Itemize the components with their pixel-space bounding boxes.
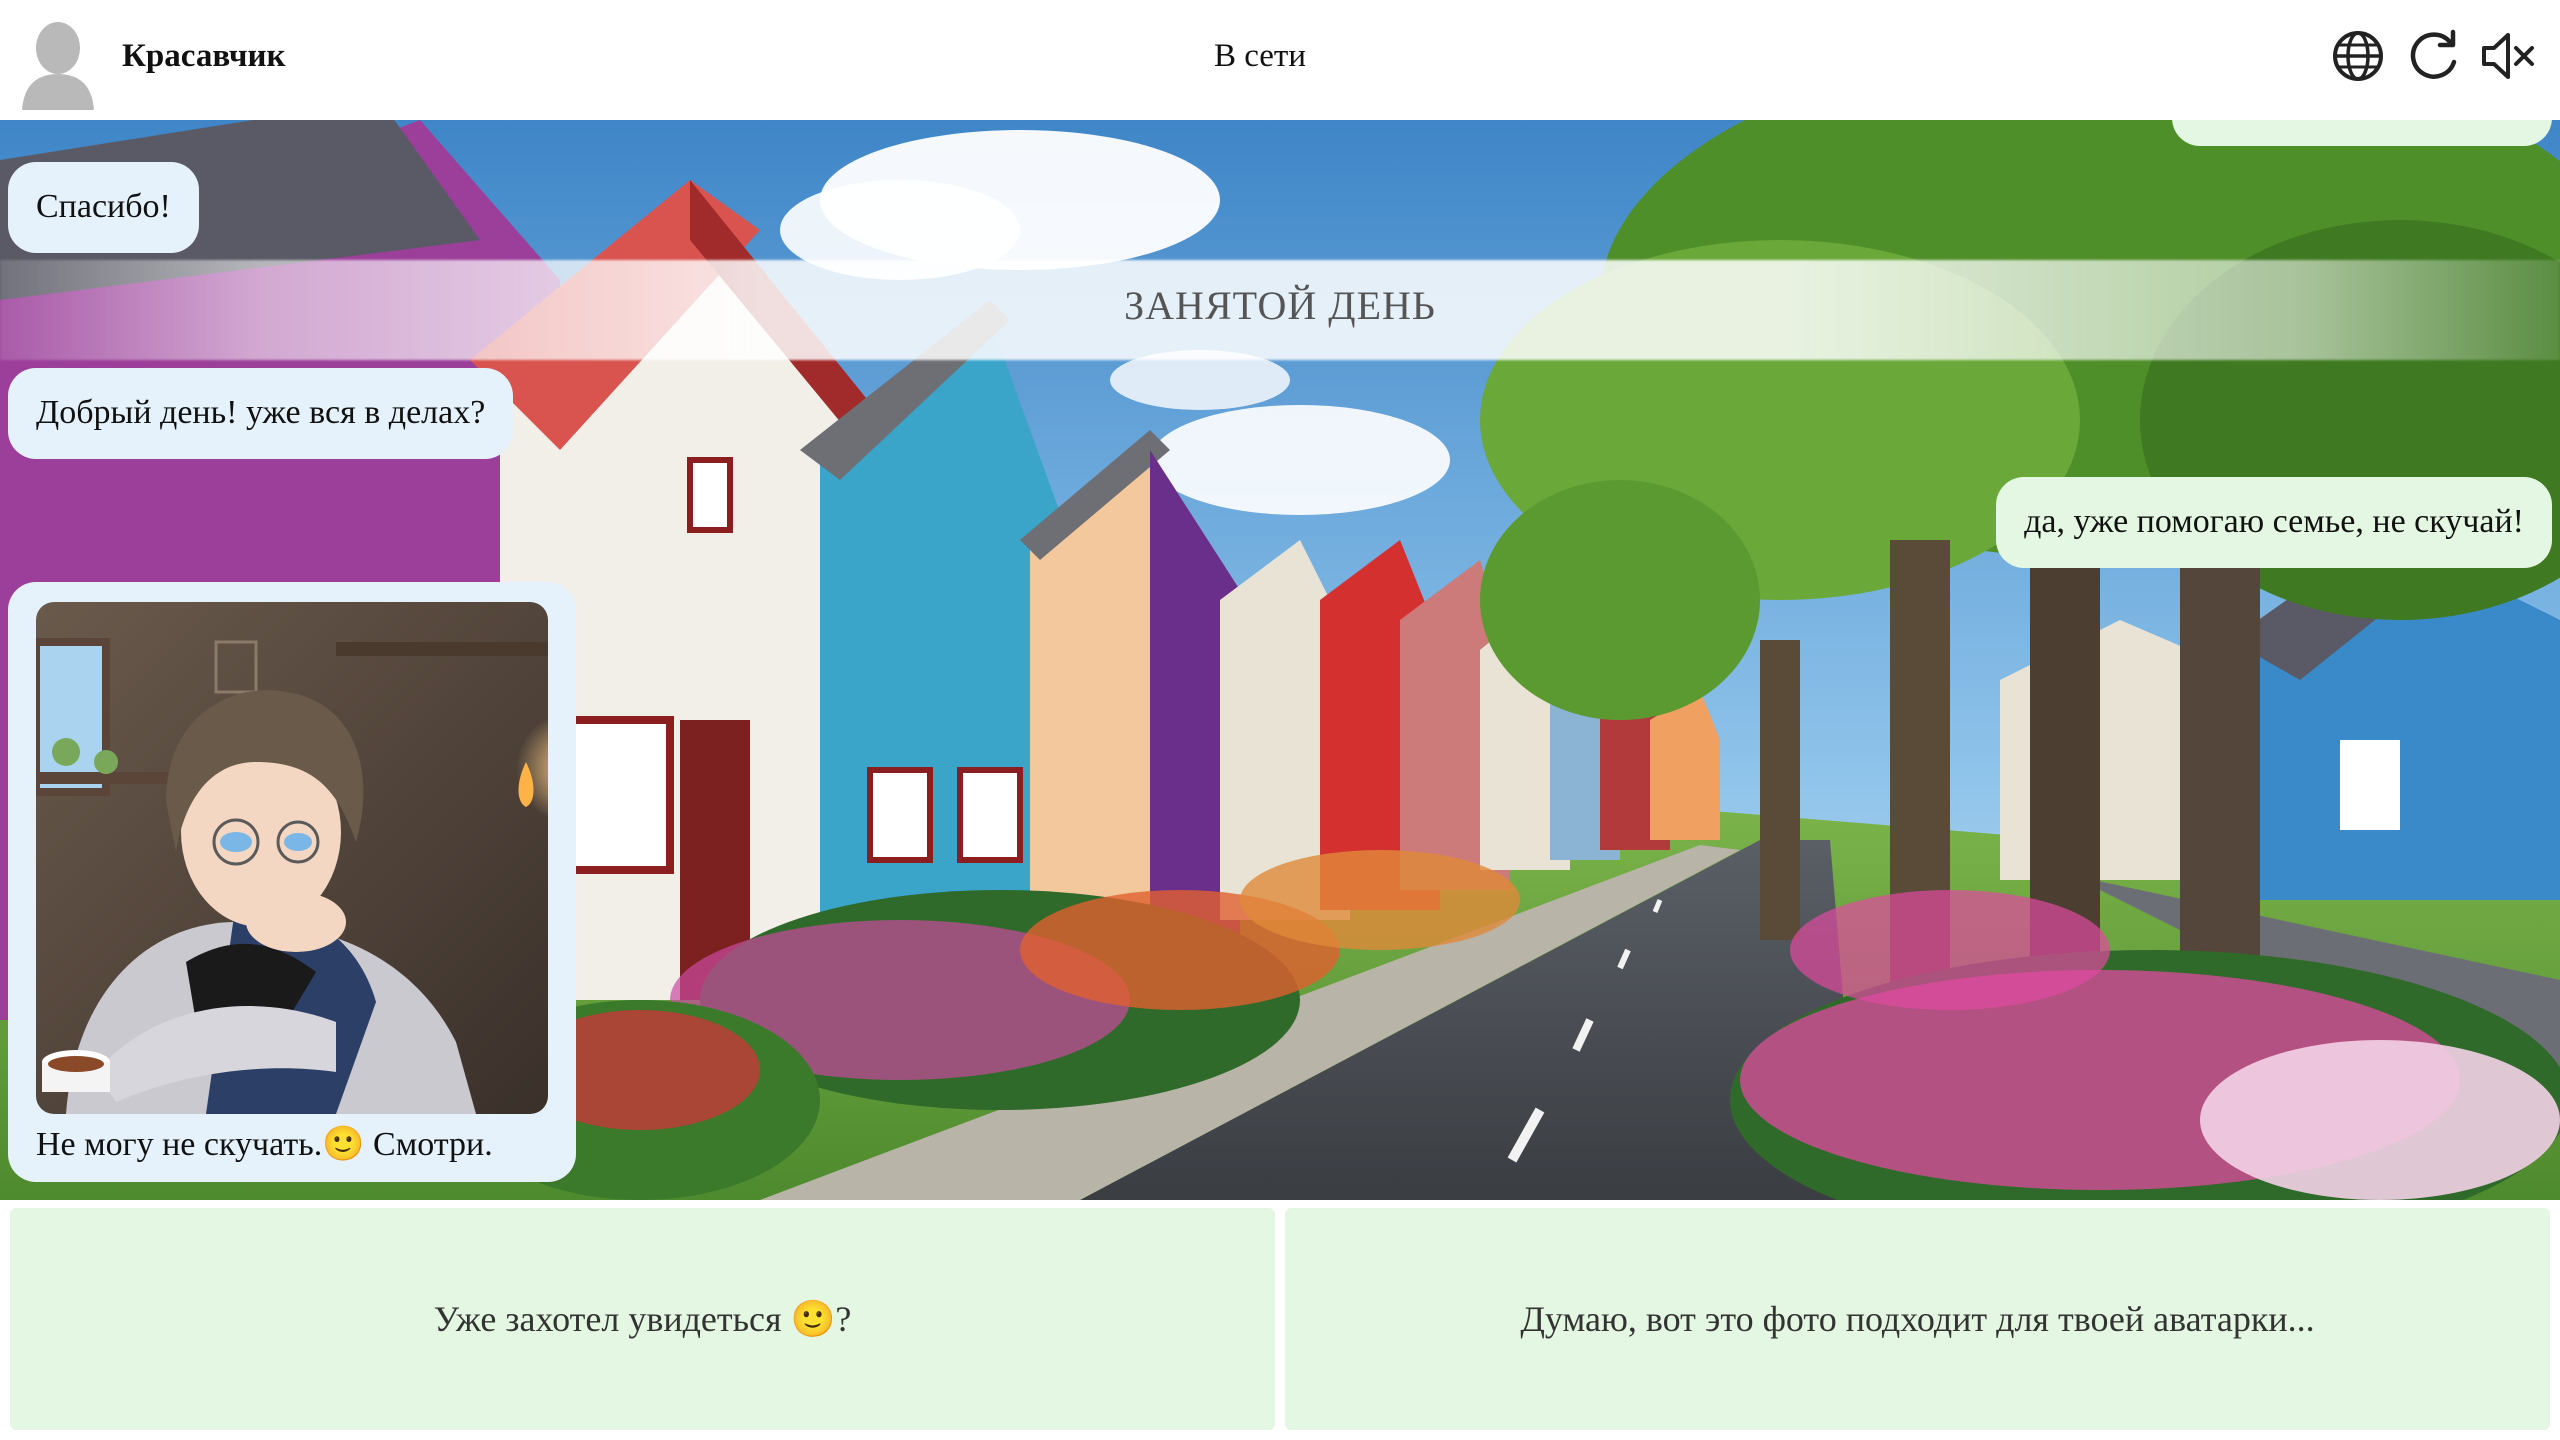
refresh-icon[interactable] — [2406, 28, 2462, 84]
chat-header: Красавчик В сети — [0, 0, 2560, 120]
globe-icon[interactable] — [2330, 28, 2386, 84]
reply-option-button[interactable]: Думаю, вот это фото подходит для твоей а… — [1285, 1208, 2550, 1430]
incoming-message-bubble: Спасибо! — [8, 162, 199, 253]
reply-options-panel: Уже захотел увидеться 🙂? Думаю, вот это … — [0, 1200, 2560, 1440]
speaker-muted-icon[interactable] — [2480, 28, 2536, 84]
online-status: В сети — [1213, 38, 1307, 74]
reply-option-button[interactable]: Уже захотел увидеться 🙂? — [10, 1208, 1275, 1430]
outgoing-message-bubble: да, уже помогаю семье, не скучай! — [1996, 477, 2552, 568]
photo-caption: Не могу не скучать.🙂 Смотри. — [36, 1126, 493, 1163]
incoming-photo-message: Не могу не скучать.🙂 Смотри. — [8, 582, 576, 1182]
shared-photo-anime-boy[interactable] — [36, 602, 548, 1114]
message-text: да, уже помогаю семье, не скучай! — [2024, 503, 2524, 540]
reply-option-label: Уже захотел увидеться 🙂? — [433, 1299, 852, 1339]
reply-option-label: Думаю, вот это фото подходит для твоей а… — [1520, 1299, 2315, 1339]
message-text: Добрый день! уже вся в делах? — [36, 394, 486, 431]
incoming-message-bubble: Добрый день! уже вся в делах? — [8, 368, 514, 459]
chat-area[interactable]: Спасибо! ЗАНЯТОЙ ДЕНЬ Добрый день! уже в… — [0, 120, 2560, 1200]
outgoing-message-bubble-partial — [2172, 120, 2552, 146]
date-divider-label: ЗАНЯТОЙ ДЕНЬ — [1124, 283, 1436, 328]
message-text: Спасибо! — [36, 188, 171, 225]
